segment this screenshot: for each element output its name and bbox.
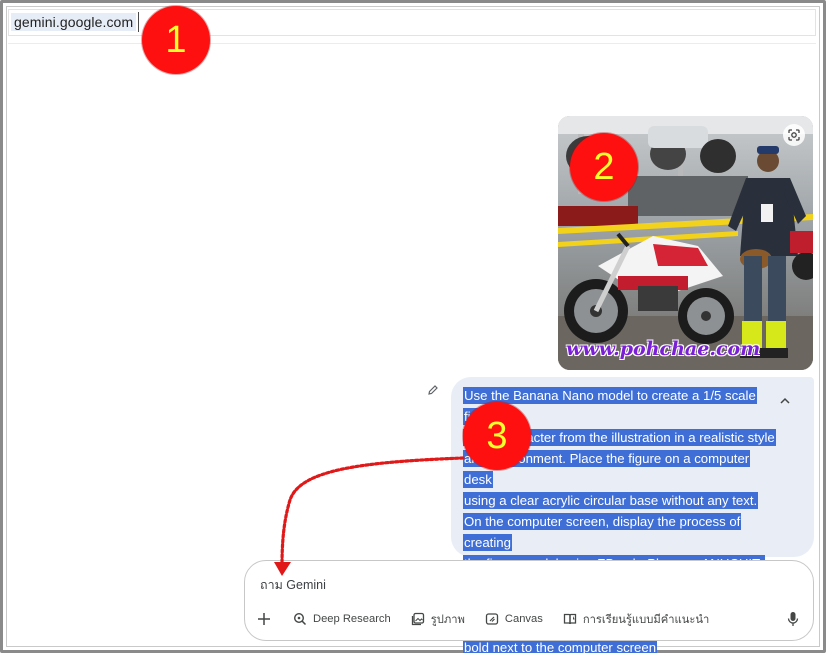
- images-button[interactable]: รูปภาพ: [411, 610, 465, 628]
- text-cursor: [138, 12, 139, 32]
- microphone-icon[interactable]: [787, 611, 799, 632]
- step-marker-3-label: 3: [486, 414, 508, 457]
- guided-learning-button[interactable]: การเรียนรู้แบบมีคำแนะนำ: [563, 610, 709, 628]
- collapse-chevron-icon[interactable]: [776, 391, 794, 409]
- step-marker-3: 3: [463, 402, 531, 470]
- step-marker-2-label: 2: [593, 145, 615, 188]
- prompt-line[interactable]: bold next to the computer screen: [463, 639, 658, 653]
- deep-research-label: Deep Research: [313, 613, 391, 625]
- deep-research-icon: [293, 612, 307, 626]
- image-icon: [411, 612, 424, 626]
- prompt-input-placeholder[interactable]: ถาม Gemini: [260, 575, 326, 595]
- photo-watermark: www.pohchae.com: [566, 338, 761, 360]
- add-button[interactable]: [257, 612, 271, 626]
- composer-toolbar: Deep Research รูปภาพ Canvas การเรียนรู้แ…: [257, 608, 729, 630]
- images-label: รูปภาพ: [430, 614, 465, 626]
- step-marker-1-label: 1: [165, 18, 187, 61]
- canvas-button[interactable]: Canvas: [485, 612, 543, 626]
- url-text[interactable]: gemini.google.com: [11, 13, 137, 31]
- address-bar[interactable]: gemini.google.com: [8, 9, 816, 36]
- guided-learning-label: การเรียนรู้แบบมีคำแนะนำ: [582, 614, 710, 626]
- plus-icon: [258, 613, 270, 625]
- prompt-line[interactable]: On the computer screen, display the proc…: [463, 513, 742, 551]
- canvas-icon: [485, 613, 499, 625]
- step-marker-1: 1: [142, 6, 210, 74]
- google-lens-icon[interactable]: [783, 124, 805, 146]
- prompt-line[interactable]: using a clear acrylic circular base with…: [463, 492, 759, 509]
- edit-pencil-icon[interactable]: [424, 381, 442, 399]
- book-icon: [563, 613, 576, 625]
- canvas-label: Canvas: [504, 613, 543, 625]
- step-marker-2: 2: [570, 133, 638, 201]
- prompt-input-box[interactable]: ถาม Gemini Deep Research รูปภาพ Canvas ก…: [244, 560, 814, 641]
- toolbar-divider: [8, 43, 816, 44]
- deep-research-button[interactable]: Deep Research: [293, 612, 391, 626]
